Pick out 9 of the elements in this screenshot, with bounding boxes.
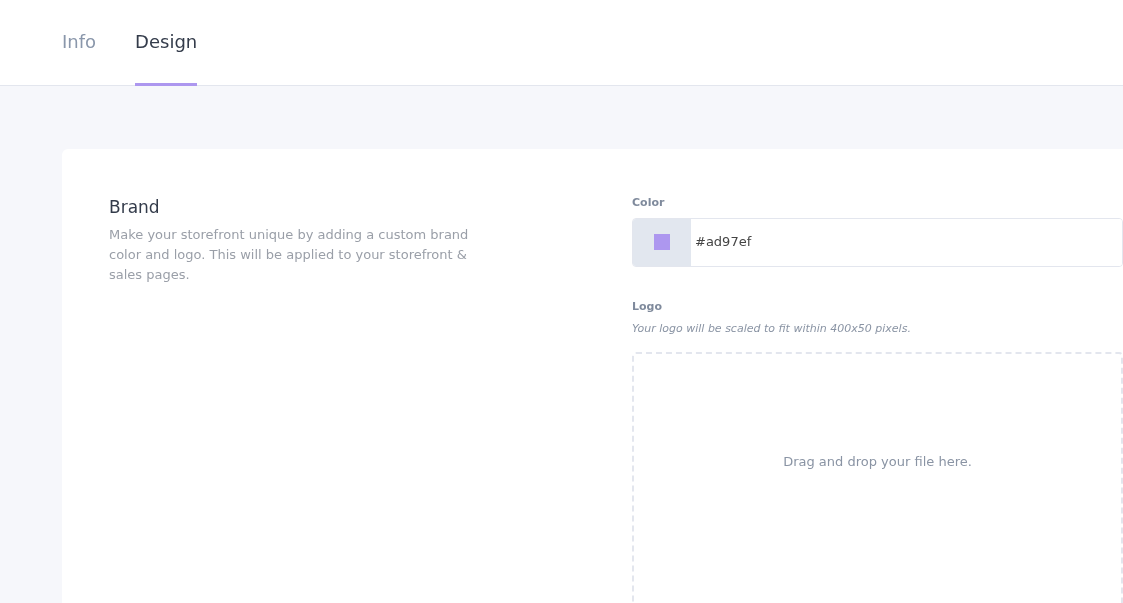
field-label: Color [632,195,666,211]
tab[interactable]: Design [135,0,198,86]
drop-zone-text: Drag and drop your file here. [783,452,972,471]
section-title: Brand [109,197,161,218]
field-label: Logo [632,298,663,315]
field-hint: Your logo will be scaled to fit within 400x50 pixels. [632,321,912,337]
section-description: Make your storefront unique by adding a custom brand color and logo. This will be applied to your storefront & sales pages. [109,226,469,285]
color-input-field[interactable]: #ad97ef [632,217,1123,267]
color-swatch[interactable] [654,234,670,250]
